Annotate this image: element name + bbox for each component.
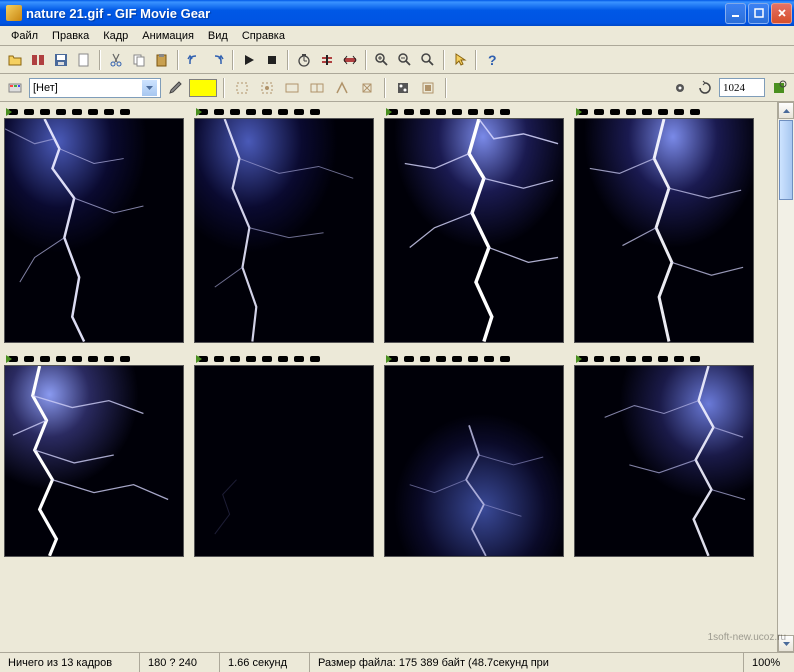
dropdown-arrow-icon: [142, 80, 157, 96]
tool-e[interactable]: [331, 77, 353, 99]
status-filesize: Размер файла: 175 389 байт (48.7секунд п…: [310, 653, 744, 672]
undo-button[interactable]: [183, 49, 205, 71]
zoom-in-button[interactable]: [371, 49, 393, 71]
app-icon: [6, 5, 22, 21]
menu-frame[interactable]: Кадр: [96, 28, 135, 44]
pointer-button[interactable]: [449, 49, 471, 71]
zoom-fit-button[interactable]: [417, 49, 439, 71]
filmstrip: [384, 353, 564, 365]
menubar: Файл Правка Кадр Анимация Вид Справка: [0, 26, 794, 46]
palette-dropdown[interactable]: [Нет]: [29, 78, 161, 98]
secondary-toolbar: [Нет]: [0, 74, 794, 102]
filmstrip: [194, 353, 374, 365]
status-frames: Ничего из 13 кадров: [0, 653, 140, 672]
content-area: [0, 102, 794, 652]
help-button[interactable]: ?: [481, 49, 503, 71]
close-button[interactable]: [771, 3, 792, 24]
status-dimensions: 180 ? 240: [140, 653, 220, 672]
rotation-input[interactable]: [719, 78, 765, 97]
redo-button[interactable]: [206, 49, 228, 71]
tool-f[interactable]: [356, 77, 378, 99]
color-swatch[interactable]: [189, 79, 217, 97]
vertical-scrollbar[interactable]: [777, 102, 794, 652]
menu-view[interactable]: Вид: [201, 28, 235, 44]
scroll-track[interactable]: [778, 119, 794, 635]
apply-button[interactable]: [768, 77, 790, 99]
filmstrip: [574, 353, 754, 365]
frames-area[interactable]: [0, 102, 777, 652]
resize-button[interactable]: [339, 49, 361, 71]
tool-c[interactable]: [281, 77, 303, 99]
titlebar: nature 21.gif - GIF Movie Gear: [0, 0, 794, 26]
tool-d[interactable]: [306, 77, 328, 99]
palette-button[interactable]: [4, 77, 26, 99]
filmstrip: [574, 106, 754, 118]
svg-text:?: ?: [488, 52, 497, 68]
timing-button[interactable]: [293, 49, 315, 71]
zoom-out-button[interactable]: [394, 49, 416, 71]
menu-animation[interactable]: Анимация: [135, 28, 201, 44]
statusbar: Ничего из 13 кадров 180 ? 240 1.66 секун…: [0, 652, 794, 672]
main-toolbar: ?: [0, 46, 794, 74]
menu-edit[interactable]: Правка: [45, 28, 96, 44]
status-duration: 1.66 секунд: [220, 653, 310, 672]
cut-button[interactable]: [105, 49, 127, 71]
filmstrip: [4, 106, 184, 118]
dropdown-value: [Нет]: [33, 82, 58, 94]
rotate-icon[interactable]: [694, 77, 716, 99]
new-button[interactable]: [73, 49, 95, 71]
play-button[interactable]: [238, 49, 260, 71]
scroll-up-button[interactable]: [778, 102, 794, 119]
rotate-tool[interactable]: [669, 77, 691, 99]
frame-3[interactable]: [384, 106, 564, 343]
filmstrip: [4, 353, 184, 365]
tool-a[interactable]: [231, 77, 253, 99]
copy-button[interactable]: [128, 49, 150, 71]
frame-6[interactable]: [194, 353, 374, 557]
stop-button[interactable]: [261, 49, 283, 71]
frame-8[interactable]: [574, 353, 754, 557]
menu-help[interactable]: Справка: [235, 28, 292, 44]
insert-button[interactable]: [27, 49, 49, 71]
frame-4[interactable]: [574, 106, 754, 343]
tool-h[interactable]: [417, 77, 439, 99]
paste-button[interactable]: [151, 49, 173, 71]
maximize-button[interactable]: [748, 3, 769, 24]
tool-b[interactable]: [256, 77, 278, 99]
eyedropper-button[interactable]: [164, 77, 186, 99]
open-button[interactable]: [4, 49, 26, 71]
menu-file[interactable]: Файл: [4, 28, 45, 44]
frame-1[interactable]: [4, 106, 184, 343]
save-button[interactable]: [50, 49, 72, 71]
status-zoom: 100%: [744, 653, 794, 672]
frame-5[interactable]: [4, 353, 184, 557]
filmstrip: [194, 106, 374, 118]
minimize-button[interactable]: [725, 3, 746, 24]
filmstrip: [384, 106, 564, 118]
frame-2[interactable]: [194, 106, 374, 343]
tool-g[interactable]: [392, 77, 414, 99]
scroll-thumb[interactable]: [779, 120, 793, 200]
window-title: nature 21.gif - GIF Movie Gear: [26, 6, 725, 21]
frame-7[interactable]: [384, 353, 564, 557]
watermark: 1soft-new.ucoz.ru: [708, 632, 786, 643]
optimize-button[interactable]: [316, 49, 338, 71]
